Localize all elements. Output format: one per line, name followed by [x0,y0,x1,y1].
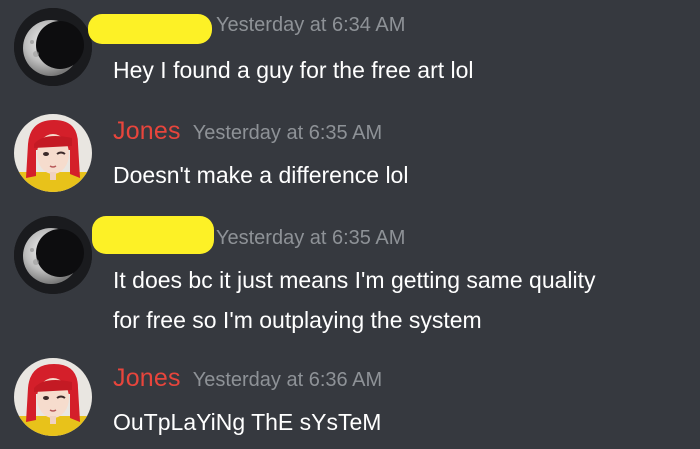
red-hair-girl-icon [14,358,92,436]
message-line: It does bc it just means I'm getting sam… [113,267,596,293]
message-line: Doesn't make a difference lol [113,162,409,188]
crescent-moon-icon [14,8,92,86]
author-name-redaction [88,14,212,44]
message-text: OuTpLaYiNg ThE sYsTeM [113,402,381,442]
message-4: Jones Yesterday at 6:36 AM OuTpLaYiNg Th… [0,350,700,449]
user-avatar-jones[interactable] [14,358,92,436]
message-timestamp: Yesterday at 6:36 AM [192,369,383,391]
message-header: Yesterday at 6:35 AM [216,227,405,261]
message-header: Yesterday at 6:34 AM [216,14,405,48]
author-name[interactable]: Jones [113,364,181,393]
author-name[interactable]: Jones [113,117,181,146]
message-text: It does bc it just means I'm getting sam… [113,260,596,340]
message-header: Jones Yesterday at 6:35 AM [113,117,382,151]
author-name-redaction [92,216,214,254]
message-timestamp: Yesterday at 6:34 AM [216,14,406,36]
user-avatar-moon[interactable] [14,216,92,294]
red-hair-girl-icon [14,114,92,192]
message-1: Yesterday at 6:34 AM Hey I found a guy f… [0,0,700,100]
message-text: Doesn't make a difference lol [113,155,408,195]
message-line: Hey I found a guy for the free art lol [113,57,474,83]
crescent-moon-icon [14,216,92,294]
user-avatar-moon[interactable] [14,8,92,86]
message-timestamp: Yesterday at 6:35 AM [192,122,383,144]
message-timestamp: Yesterday at 6:35 AM [216,227,406,249]
message-header: Jones Yesterday at 6:36 AM [113,364,382,398]
message-3: Yesterday at 6:35 AM It does bc it just … [0,210,700,350]
user-avatar-jones[interactable] [14,114,92,192]
message-line: OuTpLaYiNg ThE sYsTeM [113,409,382,435]
message-2: Jones Yesterday at 6:35 AM Doesn't make … [0,100,700,210]
message-text: Hey I found a guy for the free art lol [113,50,474,90]
message-line: for free so I'm outplaying the system [113,307,482,333]
